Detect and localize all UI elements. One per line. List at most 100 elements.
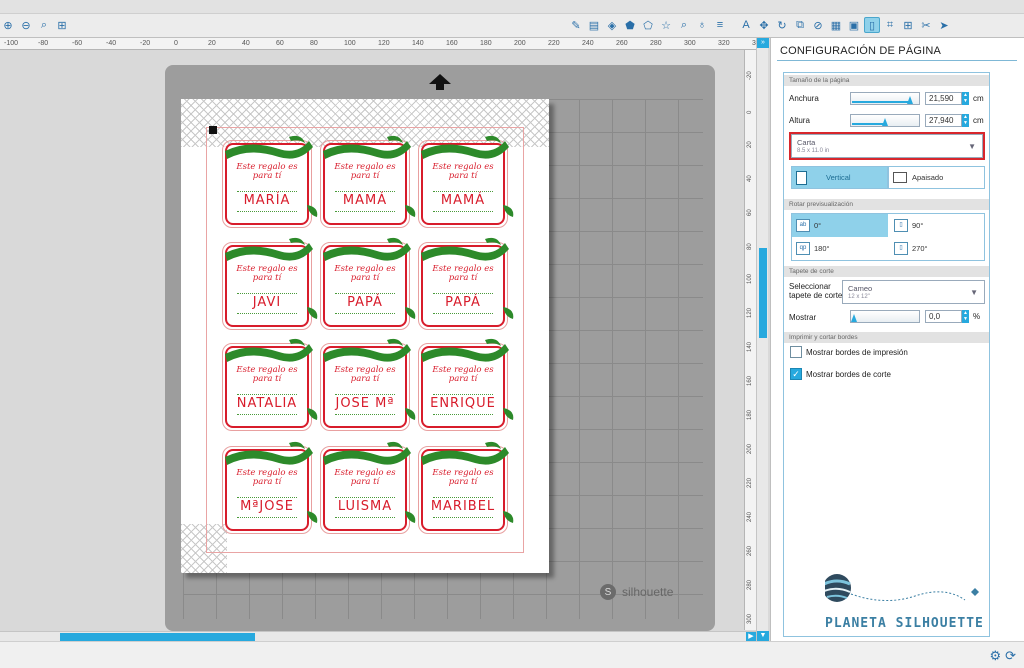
- point-edit-icon[interactable]: ◈: [604, 17, 620, 33]
- scroll-down-arrow-icon[interactable]: ▼: [757, 631, 769, 641]
- gift-tag[interactable]: Este regalo es para tí MªJOSE: [221, 439, 318, 534]
- zoom-in-icon[interactable]: ⊕: [0, 17, 16, 33]
- ruler-v-tick: -20: [747, 71, 753, 80]
- cutting-mat-select[interactable]: Cameo 12 x 12" ▼: [842, 280, 985, 304]
- silhouette-logo: S silhouette: [600, 584, 673, 600]
- mat-opacity-input[interactable]: 0,0: [925, 310, 962, 323]
- gift-tag[interactable]: Este regalo es para tí MARÍA: [221, 133, 318, 228]
- tag-dotted-line: [335, 394, 395, 395]
- nest-icon[interactable]: ⊘: [810, 17, 826, 33]
- gift-tag[interactable]: Este regalo es para tí ENRIQUE: [417, 336, 514, 431]
- tag-dotted-line: [433, 414, 493, 415]
- silhouette-s-icon: S: [600, 584, 616, 600]
- rotate-270-button[interactable]: ▯ 270°: [890, 237, 984, 260]
- horizontal-scroll-thumb[interactable]: [60, 633, 255, 641]
- mat-opacity-spinner[interactable]: ▲ ▼: [962, 310, 969, 323]
- height-slider[interactable]: [850, 114, 920, 127]
- gift-tag[interactable]: Este regalo es para tí JAVI: [221, 235, 318, 330]
- select-mat-label: Seleccionar tapete de corte: [789, 282, 843, 300]
- pentagon-icon[interactable]: ⬠: [640, 17, 656, 33]
- tag-dotted-line: [433, 191, 493, 192]
- zoom-fit-icon[interactable]: ⊞: [54, 17, 70, 33]
- page-sheet[interactable]: Este regalo es para tí MARÍA Este regalo es…: [181, 99, 549, 573]
- show-print-borders-checkbox[interactable]: [790, 346, 802, 358]
- tag-name: ENRIQUE: [430, 396, 496, 411]
- leaf-icon: [307, 408, 318, 420]
- knife-icon[interactable]: ♁: [694, 17, 710, 33]
- cut-settings-icon[interactable]: ✂: [918, 17, 934, 33]
- vertical-ruler: -20 0 20 40 60 80 100 120 140 160 180 200 220 240 260 2…: [744, 50, 756, 630]
- horizontal-ruler: -100 -80 -60 -40 -20 0 20 40 60 80 100 120 140 160 180…: [0, 38, 764, 50]
- star-icon[interactable]: ☆: [658, 17, 674, 33]
- ruler-h-tick: -20: [140, 40, 151, 47]
- leaf-icon: [503, 205, 514, 217]
- gift-tag[interactable]: Este regalo es para tí JOSE Mª: [319, 336, 416, 431]
- tag-message: Este regalo es para tí: [334, 365, 396, 384]
- tag-name: NATALIA: [236, 396, 298, 411]
- orientation-landscape-button[interactable]: Apaisado: [888, 166, 985, 189]
- ruler-h-tick: 140: [412, 40, 424, 47]
- width-slider[interactable]: [850, 92, 920, 105]
- page-view-icon[interactable]: ▤: [586, 17, 602, 33]
- text-icon[interactable]: A: [738, 17, 754, 33]
- tag-dotted-line: [335, 211, 395, 212]
- mat-opacity-slider[interactable]: [850, 310, 920, 323]
- rotate-icon[interactable]: ↻: [774, 17, 790, 33]
- search-shape-icon[interactable]: ⌕: [676, 17, 692, 33]
- ruler-h-tick: 220: [548, 40, 560, 47]
- width-spinner[interactable]: ▲ ▼: [962, 92, 969, 105]
- polygon-icon[interactable]: ⬟: [622, 17, 638, 33]
- planeta-silhouette-logo: PLANETA SILHOUETTE: [823, 566, 985, 646]
- height-spinner[interactable]: ▲ ▼: [962, 114, 969, 127]
- ruler-v-tick: 160: [747, 375, 753, 386]
- settings-gear-icon[interactable]: ⚙: [989, 648, 1001, 664]
- tag-dotted-line: [237, 414, 297, 415]
- horizontal-scrollbar[interactable]: ▶: [0, 631, 756, 642]
- scroll-up-arrow-icon[interactable]: »: [757, 38, 769, 48]
- tag-dotted-line: [335, 414, 395, 415]
- gift-tag[interactable]: Este regalo es para tí PAPÁ: [319, 235, 416, 330]
- replicate-icon[interactable]: ⧉: [792, 17, 808, 33]
- height-slider-knob[interactable]: [882, 118, 888, 126]
- design-canvas[interactable]: Este regalo es para tí MARÍA Este regalo es…: [0, 51, 744, 631]
- refresh-icon[interactable]: ⟳: [1005, 648, 1016, 664]
- ruler-v-tick: 120: [747, 307, 753, 318]
- width-slider-knob[interactable]: [907, 96, 913, 104]
- section-cutting-mat: Tapete de corte: [784, 266, 989, 277]
- tag-dotted-line: [237, 293, 297, 294]
- width-slider-ramp: [852, 101, 912, 103]
- gift-tag[interactable]: Este regalo es para tí MAMÁ: [319, 133, 416, 228]
- page-setup-icon[interactable]: ▯: [864, 17, 880, 33]
- registration-icon[interactable]: ⌗: [882, 17, 898, 33]
- fill-icon[interactable]: ▣: [846, 17, 862, 33]
- height-input[interactable]: 27,940: [925, 114, 962, 127]
- zoom-out-icon[interactable]: ⊖: [18, 17, 34, 33]
- tag-dotted-line: [335, 293, 395, 294]
- gift-tag[interactable]: Este regalo es para tí NATALIA: [221, 336, 318, 431]
- gift-tag[interactable]: Este regalo es para tí MAMÁ: [417, 133, 514, 228]
- width-input[interactable]: 21,590: [925, 92, 962, 105]
- orientation-vertical-button[interactable]: Vertical: [791, 166, 888, 189]
- ruler-h-tick: 0: [174, 40, 178, 47]
- eraser-icon[interactable]: ✎: [568, 17, 584, 33]
- grid-icon[interactable]: ⊞: [900, 17, 916, 33]
- rotate-180-button[interactable]: qp 180°: [792, 237, 888, 260]
- send-icon[interactable]: ➤: [936, 17, 952, 33]
- gift-tag[interactable]: Este regalo es para tí LUISMA: [319, 439, 416, 534]
- gift-tag[interactable]: Este regalo es para tí PAPÁ: [417, 235, 514, 330]
- rotate-90-button[interactable]: ▯ 90°: [890, 214, 984, 237]
- lines-icon[interactable]: ≡: [712, 17, 728, 33]
- tag-name: PAPÁ: [347, 295, 383, 310]
- ruler-v-tick: 300: [747, 613, 753, 624]
- move-icon[interactable]: ✥: [756, 17, 772, 33]
- page-setup-panel: CONFIGURACIÓN DE PÁGINA Tamaño de la pág…: [770, 38, 1024, 641]
- offset-icon[interactable]: ▦: [828, 17, 844, 33]
- rotate-0-button[interactable]: ab 0°: [792, 214, 888, 237]
- vertical-scrollbar[interactable]: » ▼: [756, 38, 769, 641]
- show-cut-borders-checkbox[interactable]: ✓: [790, 368, 802, 380]
- mat-opacity-knob[interactable]: [851, 314, 857, 322]
- vertical-scroll-thumb[interactable]: [759, 248, 767, 338]
- zoom-selection-icon[interactable]: ⌕: [36, 17, 52, 33]
- tag-dotted-line: [237, 517, 297, 518]
- gift-tag[interactable]: Este regalo es para tí MARIBEL: [417, 439, 514, 534]
